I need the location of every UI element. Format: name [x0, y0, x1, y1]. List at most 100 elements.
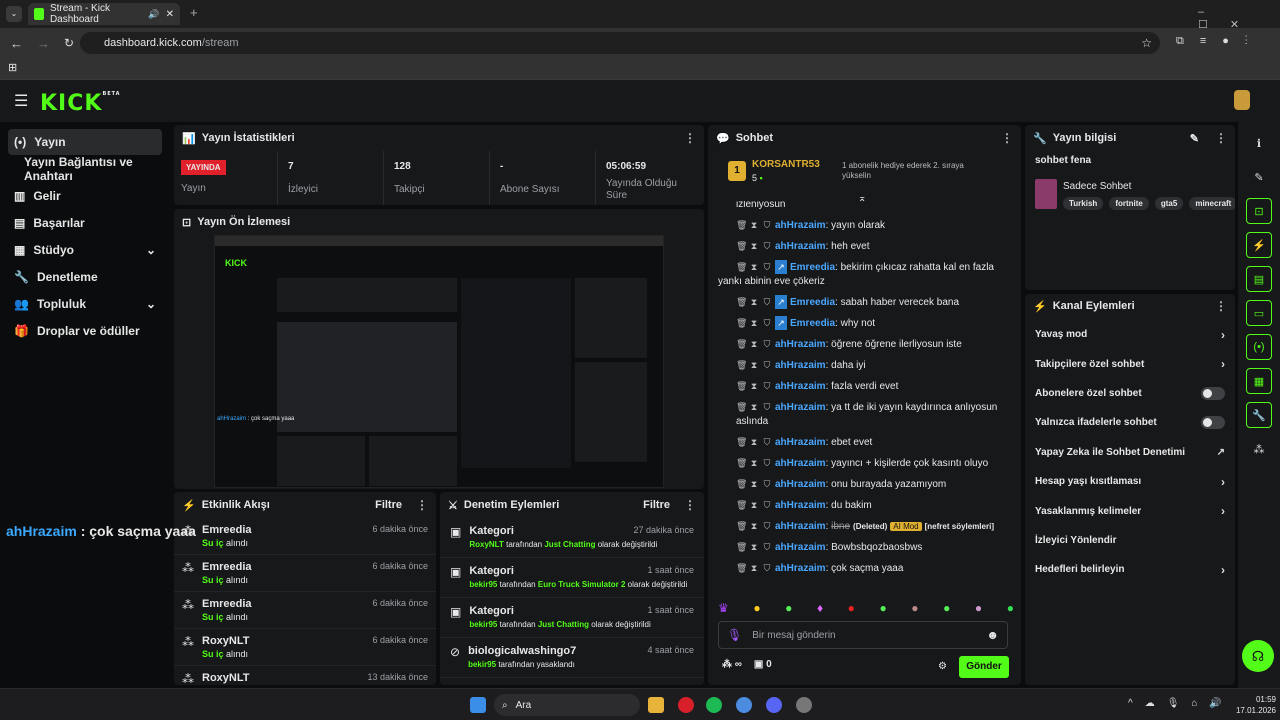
shield-icon[interactable]: ⛉	[762, 295, 772, 309]
chat-settings-icon[interactable]: ⚙	[938, 661, 947, 672]
moderation-row[interactable]: ⊘ biologicalwashingo7 4 saat önce bekir95 t…	[440, 638, 704, 678]
reload-icon[interactable]: ↻	[64, 36, 74, 50]
channel-action-row[interactable]: Yapay Zeka ile Sohbet Denetimi ↗	[1025, 438, 1235, 467]
channel-action-row[interactable]: Abonelere özel sohbet	[1025, 379, 1235, 408]
gift-icon[interactable]: ▣ 0	[754, 659, 772, 670]
chat-message[interactable]: 🗑 ⧗ ⛉ ahHrazaim: ya tt de iki yayın kaydırı…	[718, 397, 1014, 432]
activity-row[interactable]: ⁂ Emreedia Su iç alındı 6 dakika önce	[174, 555, 436, 592]
channel-action-row[interactable]: Takipçilere özel sohbet ›	[1025, 349, 1235, 378]
chat-username[interactable]: Emreedia	[790, 262, 835, 273]
more-options-icon[interactable]: ⋮	[1215, 299, 1227, 313]
taskbar-search[interactable]: ⌕ Ara	[494, 694, 640, 716]
more-options-icon[interactable]: ⋮	[684, 131, 696, 145]
tag[interactable]: Turkish	[1063, 197, 1104, 210]
chat-username[interactable]: ahHrazaim	[775, 500, 826, 511]
more-options-icon[interactable]: ⋮	[1215, 131, 1227, 145]
toggle-switch[interactable]	[1201, 416, 1225, 430]
timeout-icon[interactable]: ⧗	[749, 540, 759, 554]
spotify-icon[interactable]	[706, 697, 722, 713]
apps-grid-icon[interactable]: ⊞	[8, 61, 17, 74]
kick-logo[interactable]: KICKBETA	[40, 91, 121, 116]
timeout-icon[interactable]: ⧗	[749, 337, 759, 351]
extension-icons[interactable]: ⧉≡●⋮	[1176, 35, 1264, 48]
channel-action-row[interactable]: Yasaklanmış kelimeler ›	[1025, 496, 1235, 525]
chat-message[interactable]: 🗑 ⧗ ⛉ ahHrazaim: daha iyi	[718, 355, 1014, 376]
tab-list-button[interactable]: ⌄	[6, 6, 22, 22]
filter-button[interactable]: Filtre	[643, 499, 670, 511]
shield-icon[interactable]: ⛉	[762, 435, 772, 449]
windows-start-icon[interactable]	[470, 697, 486, 713]
chat-message[interactable]: 🗑 ⧗ ⛉ ahHrazaim: ibne (Deleted) AI Mod [nefret…	[718, 516, 1014, 537]
microphone-icon[interactable]: 🎙	[727, 628, 742, 642]
bookmark-star-icon[interactable]: ☆	[1141, 36, 1152, 50]
delete-icon[interactable]: 🗑	[736, 218, 747, 232]
chat-message[interactable]: 🗑 ⧗ ⛉ ahHrazaim: du bakim	[718, 495, 1014, 516]
chat-username[interactable]: ahHrazaim	[775, 339, 826, 350]
chat-username[interactable]: ahHrazaim	[775, 437, 826, 448]
edit-pencil-icon[interactable]: ✎	[1246, 164, 1272, 190]
sidebar-item-gelir[interactable]: ▥ Gelir	[8, 183, 162, 209]
shield-icon[interactable]: ⛉	[762, 358, 772, 372]
opera-icon[interactable]	[678, 697, 694, 713]
timeout-icon[interactable]: ⧗	[749, 260, 759, 274]
chat-username[interactable]: Emreedia	[790, 297, 835, 308]
hamburger-menu-icon[interactable]: ☰	[14, 91, 28, 111]
delete-icon[interactable]: 🗑	[736, 498, 747, 512]
chat-username[interactable]: ahHrazaim	[775, 402, 826, 413]
chat-username[interactable]: ahHrazaim	[775, 542, 826, 553]
timeout-icon[interactable]: ⧗	[749, 239, 759, 253]
moderation-row[interactable]: ▣ Kategori 27 dakika önce RoxyNLT tarafında…	[440, 518, 704, 558]
delete-icon[interactable]: 🗑	[736, 358, 747, 372]
edit-pencil-icon[interactable]: ✎	[1190, 132, 1199, 145]
delete-icon[interactable]: 🗑	[736, 435, 747, 449]
sidebar-item-denetleme[interactable]: 🔧 Denetleme	[8, 264, 162, 290]
delete-icon[interactable]: 🗑	[736, 400, 747, 414]
discord-icon[interactable]	[766, 697, 782, 713]
delete-icon[interactable]: 🗑	[736, 316, 747, 330]
shield-icon[interactable]: ⛉	[762, 218, 772, 232]
chat-message[interactable]: 🗑 ⧗ ⛉ ahHrazaim: onu burayada yazamıyom	[718, 474, 1014, 495]
shield-icon[interactable]: ⛉	[762, 561, 772, 575]
delete-icon[interactable]: 🗑	[736, 477, 747, 491]
chat-username[interactable]: ahHrazaim	[775, 458, 826, 469]
emote-bar[interactable]: ♛ ● ● ♦ ● ● ● ● ● ●	[718, 597, 1014, 619]
timeout-icon[interactable]: ⧗	[749, 456, 759, 470]
sidebar-item-basarilar[interactable]: ▤ Başarılar	[8, 210, 162, 236]
timeout-icon[interactable]: ⧗	[749, 519, 759, 533]
chat-message[interactable]: 🗑 ⧗ ⛉ ahHrazaim: ebet evet	[718, 432, 1014, 453]
chat-username[interactable]: ahHrazaim	[775, 241, 826, 252]
channel-action-row[interactable]: Hedefleri belirleyin ›	[1025, 555, 1235, 584]
points-icon[interactable]: ⁂	[1246, 436, 1272, 462]
broadcast-icon[interactable]: (•)	[1246, 334, 1272, 360]
wrench-icon[interactable]: 🔧	[1246, 402, 1272, 428]
shield-icon[interactable]: ⛉	[762, 540, 772, 554]
channel-action-row[interactable]: İzleyici Yönlendir	[1025, 526, 1235, 555]
delete-icon[interactable]: 🗑	[736, 239, 747, 253]
chat-message[interactable]: 🗑 ⧗ ⛉ ahHrazaim: yayıncı + kişilerde çok ka…	[718, 453, 1014, 474]
timeout-icon[interactable]: ⧗	[749, 295, 759, 309]
shield-icon[interactable]: ⛉	[762, 519, 772, 533]
chat-message[interactable]: 🗑 ⧗ ⛉ ↗ Emreedia: bekirim çıkıcaz rahatta ka…	[718, 257, 1014, 292]
timeout-icon[interactable]: ⧗	[749, 477, 759, 491]
chat-message[interactable]: 🗑 ⧗ ⛉ ahHrazaim: fazla verdi evet	[718, 376, 1014, 397]
shield-icon[interactable]: ⛉	[762, 260, 772, 274]
steam-icon[interactable]	[796, 697, 812, 713]
shield-icon[interactable]: ⛉	[762, 477, 772, 491]
close-tab-icon[interactable]: ✕	[166, 9, 174, 20]
shield-icon[interactable]: ⛉	[762, 456, 772, 470]
channel-action-row[interactable]: Yavaş mod ›	[1025, 320, 1235, 349]
chat-message[interactable]: 🗑 ⧗ ⛉ ahHrazaim: yayın olarak	[718, 215, 1014, 236]
back-icon[interactable]: ←	[10, 36, 23, 51]
chrome-icon[interactable]	[736, 697, 752, 713]
document-icon[interactable]: ▤	[1246, 266, 1272, 292]
sidebar-item-yayin[interactable]: (•) Yayın	[8, 129, 162, 155]
support-headset-icon[interactable]: ☊	[1242, 640, 1274, 672]
browser-tab[interactable]: Stream - Kick Dashboard 🔊 ✕	[28, 3, 180, 25]
timeout-icon[interactable]: ⧗	[749, 561, 759, 575]
info-icon[interactable]: ℹ	[1246, 130, 1272, 156]
more-options-icon[interactable]: ⋮	[1001, 131, 1013, 145]
speaker-icon[interactable]: 🔊	[148, 9, 159, 20]
moderation-row[interactable]: ▣ Kategori 1 saat önce bekir95 tarafından J…	[440, 598, 704, 638]
new-tab-icon[interactable]: +	[190, 5, 198, 20]
delete-icon[interactable]: 🗑	[736, 519, 747, 533]
